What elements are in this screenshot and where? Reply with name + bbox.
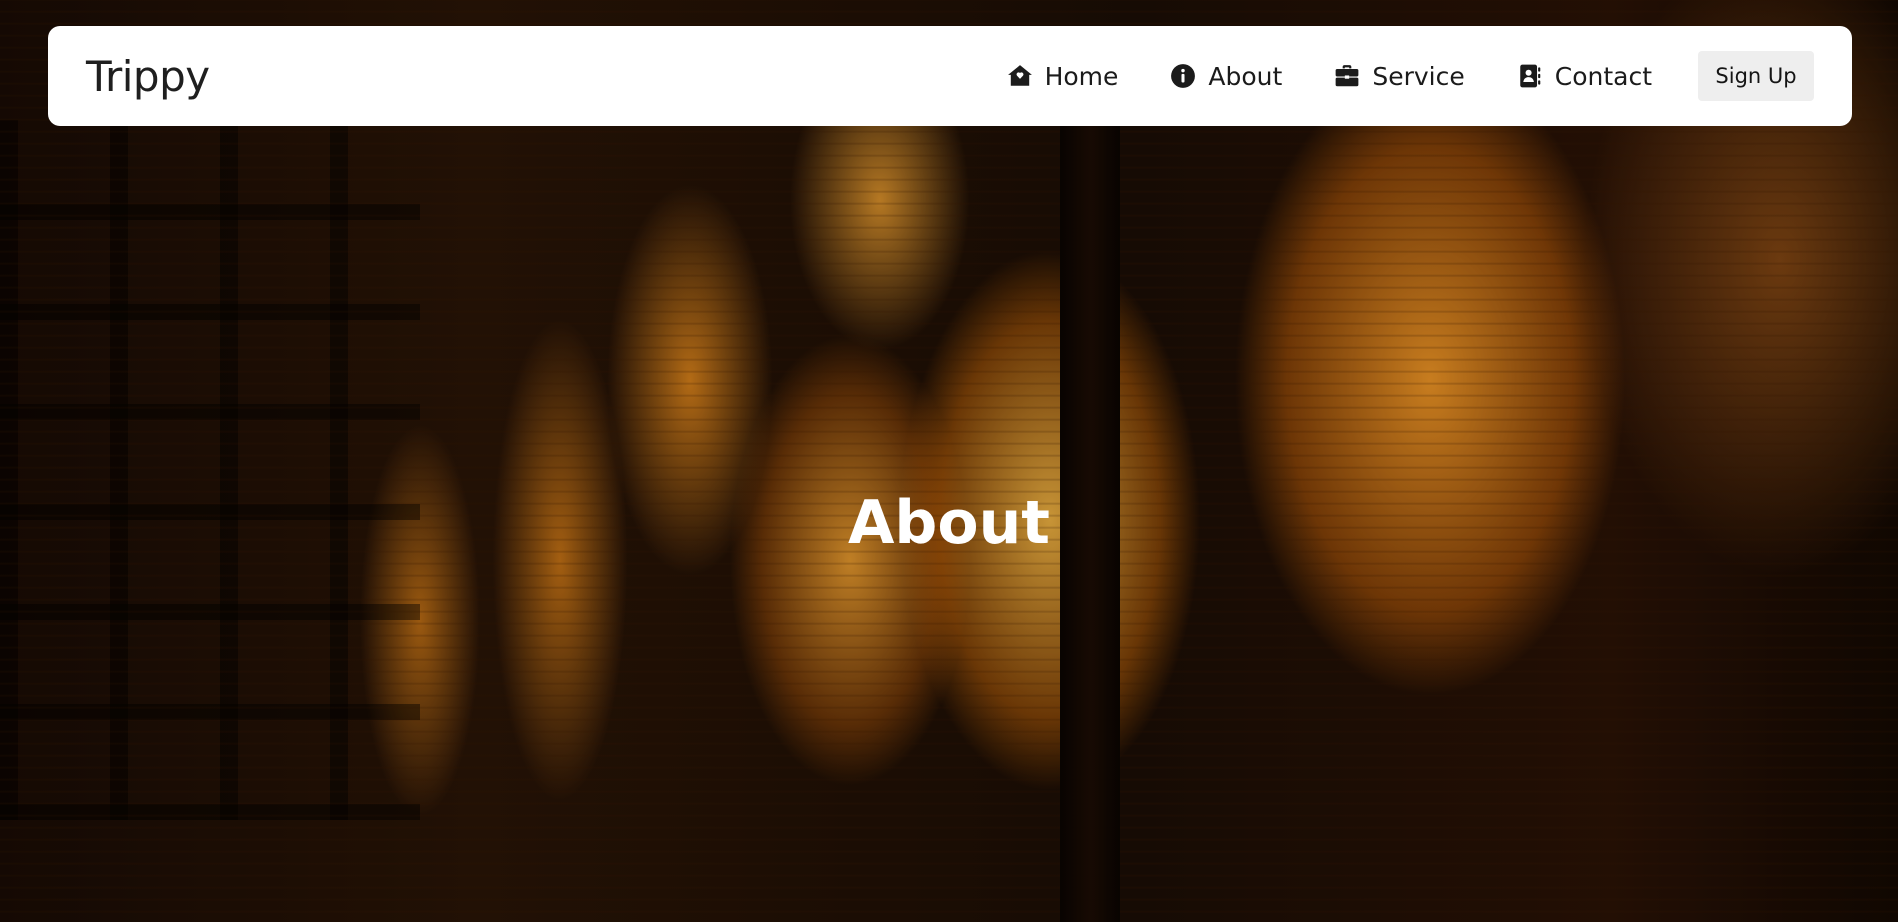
- nav-label-about: About: [1208, 61, 1283, 91]
- briefcase-icon: [1335, 65, 1359, 87]
- sign-up-button[interactable]: Sign Up: [1698, 51, 1814, 101]
- home-icon: [1007, 65, 1032, 86]
- hero-section: Trippy Home About Service Contact Sign U…: [0, 0, 1898, 922]
- info-icon: [1171, 64, 1196, 88]
- nav-label-service: Service: [1372, 61, 1465, 91]
- nav-item-contact[interactable]: Contact: [1517, 62, 1652, 91]
- nav-item-about[interactable]: About: [1170, 62, 1282, 91]
- nav-label-contact: Contact: [1554, 61, 1652, 91]
- nav-links: Home About Service Contact Sign Up: [1007, 51, 1814, 101]
- page-title: About: [847, 488, 1050, 559]
- brand-logo[interactable]: Trippy: [86, 52, 210, 101]
- navbar: Trippy Home About Service Contact Sign U…: [48, 26, 1852, 126]
- nav-item-service[interactable]: Service: [1334, 61, 1465, 91]
- contact-book-icon: [1519, 64, 1541, 88]
- nav-label-home: Home: [1044, 61, 1119, 91]
- nav-item-home[interactable]: Home: [1007, 61, 1119, 91]
